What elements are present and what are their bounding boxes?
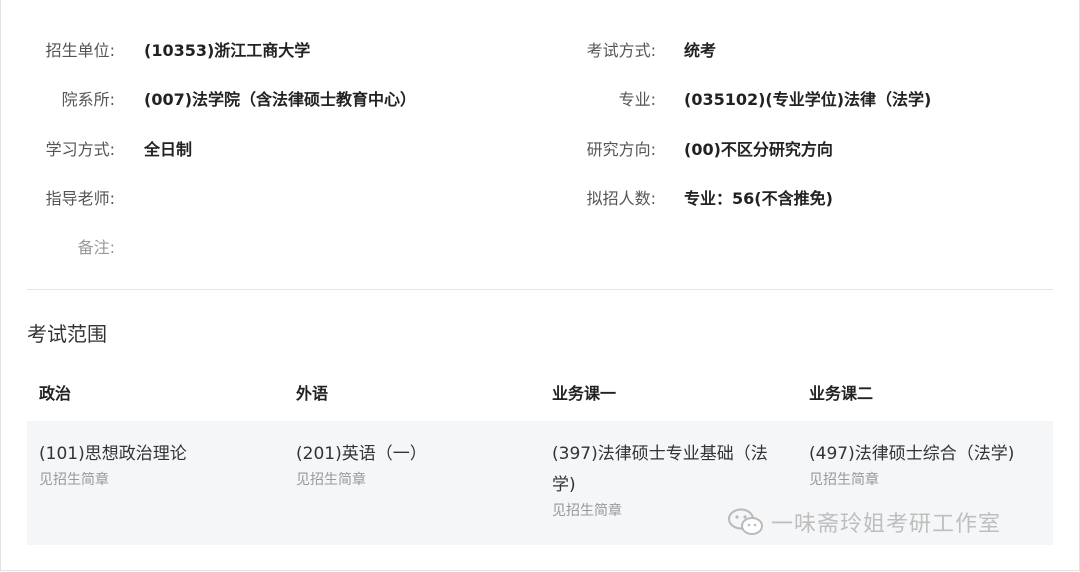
info-row-remarks: 备注: bbox=[0, 233, 1080, 263]
info-row-research-direction: 研究方向: (00)不区分研究方向 bbox=[0, 135, 1080, 165]
info-row-exam-type: 考试方式: 统考 bbox=[0, 36, 1080, 66]
subject-note: 见招生简章 bbox=[809, 472, 879, 488]
header-course-two: 业务课二 bbox=[809, 384, 874, 403]
header-foreign-language: 外语 bbox=[296, 384, 329, 403]
info-label: 拟招人数: bbox=[586, 189, 656, 208]
header-politics: 政治 bbox=[39, 384, 72, 403]
section-divider bbox=[27, 289, 1053, 290]
table-cell: (101)思想政治理论 见招生简章 bbox=[39, 439, 269, 490]
subject-name: (101)思想政治理论 bbox=[39, 444, 187, 464]
watermark: 一味斋玲姐考研工作室 bbox=[727, 506, 1001, 538]
info-label: 专业: bbox=[618, 90, 656, 109]
info-value: (035102)(专业学位)法律（法学) bbox=[684, 90, 932, 109]
table-cell: (201)英语（一） 见招生简章 bbox=[296, 439, 526, 490]
header-course-one: 业务课一 bbox=[552, 384, 617, 403]
subject-name: (397)法律硕士专业基础（法学) bbox=[552, 444, 768, 495]
subject-note: 见招生简章 bbox=[296, 472, 366, 488]
info-row-enrollment: 拟招人数: 专业：56(不含推免) bbox=[0, 184, 1080, 214]
subject-name: (201)英语（一） bbox=[296, 444, 427, 464]
wechat-icon bbox=[728, 508, 763, 535]
table-header: 政治 外语 业务课一 业务课二 bbox=[27, 370, 1053, 418]
info-value: 统考 bbox=[684, 41, 717, 60]
info-value: (00)不区分研究方向 bbox=[684, 140, 833, 159]
info-label: 考试方式: bbox=[586, 41, 656, 60]
subject-note: 见招生简章 bbox=[39, 472, 109, 488]
info-label: 备注: bbox=[77, 238, 115, 257]
watermark-text: 一味斋玲姐考研工作室 bbox=[771, 512, 1002, 537]
info-label: 研究方向: bbox=[586, 140, 656, 159]
section-title: 考试范围 bbox=[27, 322, 107, 346]
info-row-major: 专业: (035102)(专业学位)法律（法学) bbox=[0, 85, 1080, 115]
info-value: 专业：56(不含推免) bbox=[684, 189, 833, 208]
exam-scope-table: 政治 外语 业务课一 业务课二 (101)思想政治理论 见招生简章 (201)英… bbox=[27, 370, 1053, 545]
subject-name: (497)法律硕士综合（法学) bbox=[809, 444, 1015, 464]
table-cell: (497)法律硕士综合（法学) 见招生简章 bbox=[809, 439, 1039, 490]
